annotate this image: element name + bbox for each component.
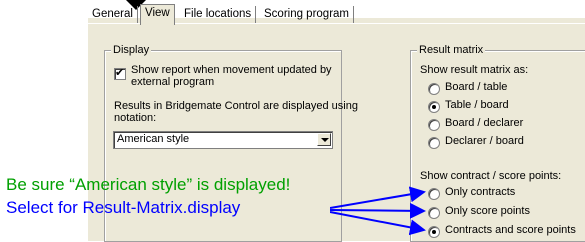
show-report-label-line1: Show report when movement updated by (131, 64, 332, 76)
result-matrix-title: Result matrix (417, 44, 486, 56)
radio-selected-dot (432, 230, 436, 234)
option-only-contracts-label: Only contracts (445, 186, 516, 198)
option-contracts-and-score-points-label: Contracts and score points (445, 224, 576, 236)
radio-board-declarer[interactable] (428, 119, 440, 131)
radio-declarer-board[interactable] (428, 137, 440, 149)
show-points-label: Show contract / score points: (420, 170, 562, 182)
option-declarer-board-label: Declarer / board (445, 135, 524, 147)
annotation-select-result-matrix: Select for Result-Matrix.display (6, 198, 241, 217)
dropdown-button[interactable] (317, 133, 331, 146)
notation-select-value: American style (117, 133, 190, 145)
notation-select[interactable]: American style (113, 131, 333, 149)
show-report-checkbox[interactable]: ✔ (114, 67, 126, 80)
radio-selected-dot (432, 105, 436, 109)
annotation-american-style: Be sure “American style” is displayed! (6, 175, 291, 194)
show-as-label: Show result matrix as: (420, 64, 529, 76)
option-board-table-label: Board / table (445, 81, 508, 93)
annotation-arrows-icon (330, 186, 426, 236)
option-table-board-label: Table / board (445, 99, 509, 111)
chevron-down-icon (321, 138, 329, 142)
option-only-score-points-label: Only score points (445, 205, 530, 217)
tab-scoring-program[interactable]: Scoring program (260, 6, 355, 23)
tab-general[interactable]: General (88, 6, 138, 23)
radio-board-table[interactable] (428, 83, 440, 95)
option-board-declarer-label: Board / declarer (445, 117, 524, 129)
show-report-label-line2: external program (131, 76, 215, 88)
radio-table-board[interactable] (428, 101, 440, 113)
display-group-title: Display (111, 44, 152, 56)
tab-file-locations[interactable]: File locations (180, 6, 257, 23)
checkmark-icon: ✔ (115, 67, 125, 79)
tab-view[interactable]: View (140, 4, 175, 25)
notation-label-line1: Results in Bridgemate Control are displa… (114, 100, 358, 112)
notation-label-line2: notation: (114, 112, 157, 124)
